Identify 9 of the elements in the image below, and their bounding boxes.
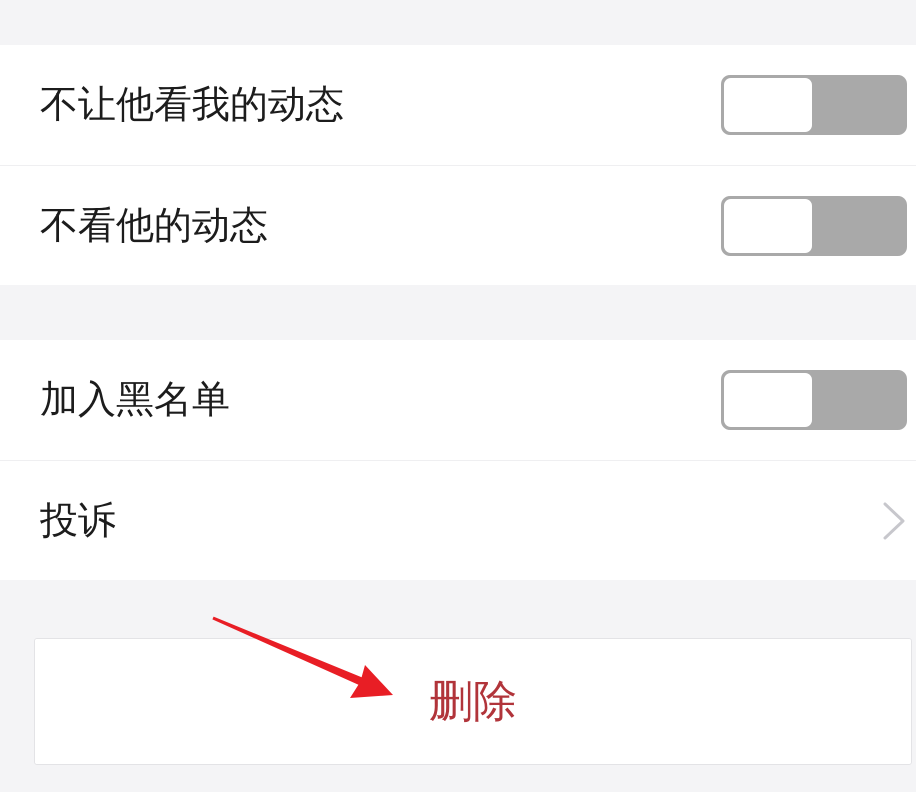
toggle-switch[interactable] [721,75,907,135]
chevron-right-icon[interactable] [883,502,905,540]
toggle-switch[interactable] [721,370,907,430]
toggle-switch[interactable] [721,196,907,256]
row-label: 投诉 [40,498,116,544]
delete-button[interactable]: 删除 [34,638,912,765]
row-label: 不看他的动态 [40,202,268,248]
row-label: 不让他看我的动态 [40,82,344,128]
row-label: 加入黑名单 [40,377,230,423]
